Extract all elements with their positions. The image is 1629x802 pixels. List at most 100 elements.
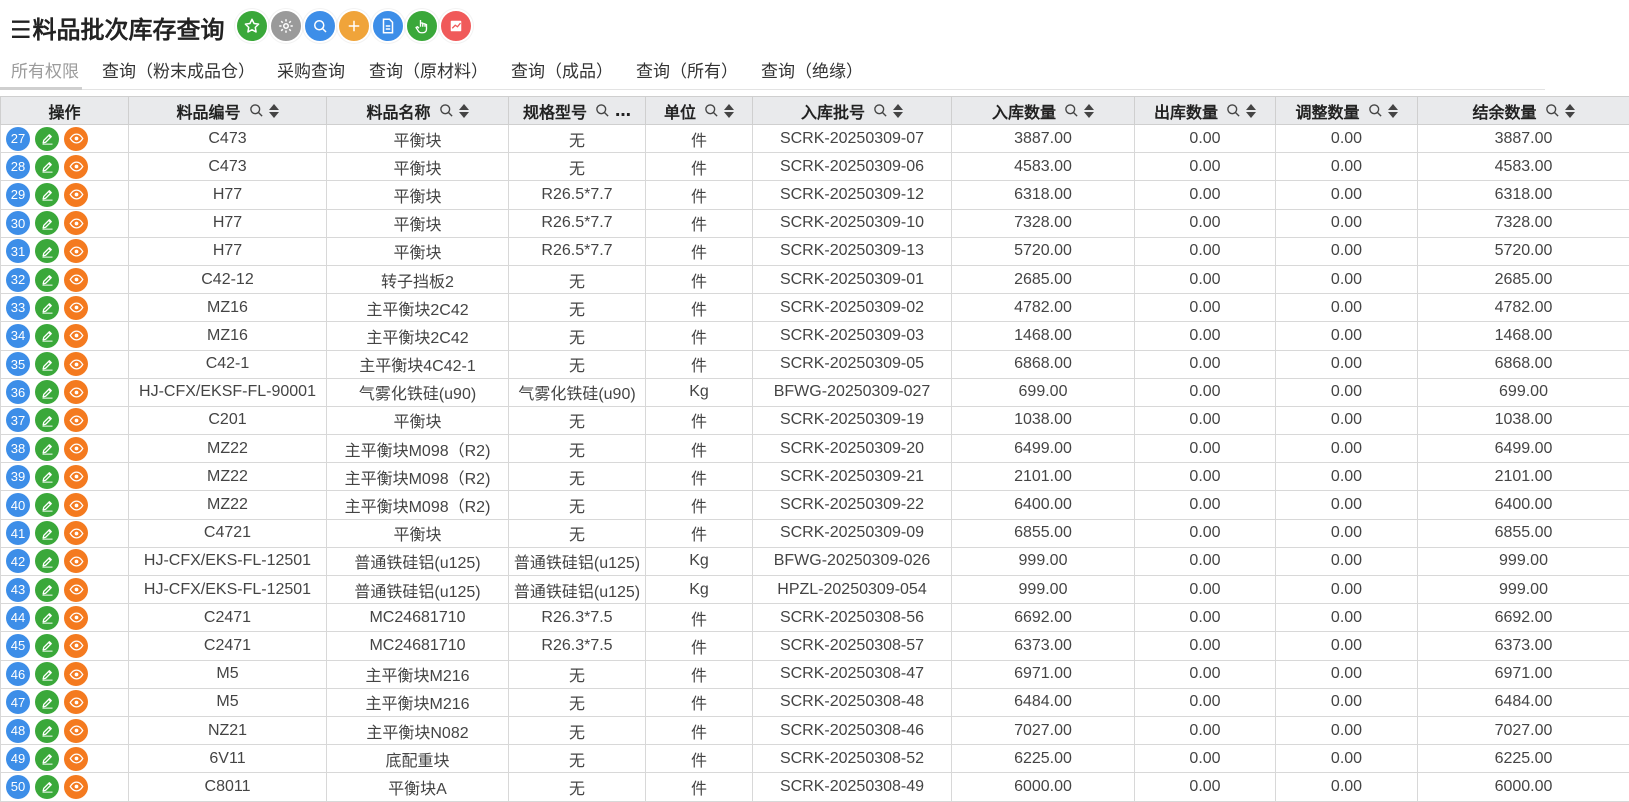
menu-icon[interactable]: ☰ bbox=[10, 16, 32, 44]
tab-powder-warehouse[interactable]: 查询（粉末成品仓） bbox=[102, 57, 255, 82]
view-button[interactable] bbox=[64, 521, 88, 546]
column-header-adj-qty[interactable]: 调整数量 bbox=[1275, 96, 1418, 125]
view-button[interactable] bbox=[64, 352, 88, 377]
search-button[interactable] bbox=[303, 9, 337, 43]
view-button[interactable] bbox=[64, 464, 88, 489]
edit-button[interactable] bbox=[35, 774, 59, 799]
edit-button[interactable] bbox=[35, 690, 59, 715]
table-row[interactable]: 27 C473 平衡块无件 SCRK-20250309-07 3887.00 0.00 0.… bbox=[0, 123, 1629, 154]
table-row[interactable]: 28 C473 平衡块无件 SCRK-20250309-06 4583.00 0.00 0.… bbox=[0, 152, 1629, 182]
column-search-icon[interactable] bbox=[595, 103, 610, 118]
view-button[interactable] bbox=[64, 436, 88, 461]
table-row[interactable]: 43 HJ-CFX/EKS-FL-12501 普通铁硅铝(u125) 普通铁硅铝(u1… bbox=[0, 574, 1629, 605]
view-button[interactable] bbox=[64, 267, 88, 292]
table-row[interactable]: 49 6V11 底配重块无件 SCRK-20250308-52 6225.00 0.00 0… bbox=[0, 744, 1629, 774]
view-button[interactable] bbox=[64, 690, 88, 715]
edit-button[interactable] bbox=[35, 493, 59, 518]
tab-all[interactable]: 查询（所有） bbox=[636, 57, 738, 82]
add-button[interactable] bbox=[337, 9, 371, 43]
table-row[interactable]: 31 H77 平衡块 R26.5*7.7 件 SCRK-20250309-13 5720.0… bbox=[0, 236, 1629, 266]
table-row[interactable]: 48 NZ21 主平衡块N082 无件 SCRK-20250308-46 7027.00 0… bbox=[0, 715, 1629, 746]
edit-button[interactable] bbox=[35, 295, 59, 320]
sort-icon[interactable] bbox=[724, 103, 734, 118]
view-button[interactable] bbox=[64, 493, 88, 518]
view-button[interactable] bbox=[64, 577, 88, 602]
table-row[interactable]: 41 C4721 平衡块无件 SCRK-20250309-09 6855.00 0.00 0… bbox=[0, 518, 1629, 548]
chart-button[interactable] bbox=[439, 9, 473, 43]
view-button[interactable] bbox=[64, 154, 88, 179]
table-row[interactable]: 44 C2471 MC24681710 R26.3*7.5 件 SCRK-20250308… bbox=[0, 603, 1629, 633]
table-row[interactable]: 33 MZ16 主平衡块2C42 无件 SCRK-20250309-02 4782.00 0… bbox=[0, 293, 1629, 323]
column-search-icon[interactable] bbox=[873, 103, 888, 118]
column-header-balance[interactable]: 结余数量 bbox=[1417, 96, 1629, 125]
view-button[interactable] bbox=[64, 718, 88, 743]
edit-button[interactable] bbox=[35, 182, 59, 207]
column-search-icon[interactable] bbox=[704, 103, 719, 118]
view-button[interactable] bbox=[64, 549, 88, 574]
edit-button[interactable] bbox=[35, 408, 59, 433]
table-row[interactable]: 46 M5 主平衡块M216 无件 SCRK-20250308-47 6971.00 0.0… bbox=[0, 659, 1629, 689]
view-button[interactable] bbox=[64, 774, 88, 799]
edit-button[interactable] bbox=[35, 464, 59, 489]
edit-button[interactable] bbox=[35, 549, 59, 574]
edit-button[interactable] bbox=[35, 126, 59, 151]
view-button[interactable] bbox=[64, 605, 88, 630]
column-header-unit[interactable]: 单位 bbox=[645, 96, 753, 125]
edit-button[interactable] bbox=[35, 211, 59, 236]
tab-raw-materials[interactable]: 查询（原材料） bbox=[369, 57, 488, 82]
column-search-icon[interactable] bbox=[249, 103, 264, 118]
view-button[interactable] bbox=[64, 746, 88, 771]
edit-button[interactable] bbox=[35, 323, 59, 348]
table-row[interactable]: 29 H77 平衡块 R26.5*7.7 件 SCRK-20250309-12 6318.0… bbox=[0, 180, 1629, 210]
column-search-icon[interactable] bbox=[439, 103, 454, 118]
tab-insulation[interactable]: 查询（绝缘） bbox=[761, 57, 863, 82]
favorite-button[interactable] bbox=[235, 9, 269, 43]
column-header-code[interactable]: 料品编号 bbox=[128, 96, 327, 125]
settings-button[interactable] bbox=[269, 9, 303, 43]
edit-button[interactable] bbox=[35, 605, 59, 630]
edit-button[interactable] bbox=[35, 718, 59, 743]
edit-button[interactable] bbox=[35, 521, 59, 546]
column-search-icon[interactable] bbox=[1226, 103, 1241, 118]
edit-button[interactable] bbox=[35, 746, 59, 771]
view-button[interactable] bbox=[64, 662, 88, 687]
edit-button[interactable] bbox=[35, 380, 59, 405]
view-button[interactable] bbox=[64, 323, 88, 348]
column-header-name[interactable]: 料品名称 bbox=[326, 96, 509, 125]
view-button[interactable] bbox=[64, 239, 88, 264]
sort-icon[interactable] bbox=[458, 103, 469, 118]
table-row[interactable]: 47 M5 主平衡块M216 无件 SCRK-20250308-48 6484.00 0.0… bbox=[0, 687, 1629, 717]
sort-icon[interactable] bbox=[268, 103, 279, 118]
column-search-icon[interactable] bbox=[1064, 103, 1079, 118]
table-row[interactable]: 35 C42-1 主平衡块4C42-1 无件 SCRK-20250309-05 6868.… bbox=[0, 349, 1629, 379]
sort-icon[interactable] bbox=[1387, 103, 1398, 118]
sort-icon[interactable] bbox=[1564, 103, 1575, 118]
table-row[interactable]: 30 H77 平衡块 R26.5*7.7 件 SCRK-20250309-10 7328.0… bbox=[0, 208, 1629, 238]
tab-finished-goods[interactable]: 查询（成品） bbox=[511, 57, 613, 82]
table-row[interactable]: 42 HJ-CFX/EKS-FL-12501 普通铁硅铝(u125) 普通铁硅铝(u1… bbox=[0, 546, 1629, 577]
edit-button[interactable] bbox=[35, 577, 59, 602]
column-header-spec[interactable]: 规格型号… bbox=[508, 96, 646, 125]
tab-all-permissions[interactable]: 所有权限 bbox=[11, 57, 79, 82]
table-row[interactable]: 36 HJ-CFX/EKSF-FL-90001 气雾化铁硅(u90) 气雾化铁硅(u9… bbox=[0, 377, 1629, 407]
edit-button[interactable] bbox=[35, 352, 59, 377]
sort-icon[interactable] bbox=[1246, 103, 1256, 118]
column-search-icon[interactable] bbox=[1545, 103, 1560, 118]
column-header-batch[interactable]: 入库批号 bbox=[752, 96, 952, 125]
column-header-in-qty[interactable]: 入库数量 bbox=[951, 96, 1135, 125]
table-row[interactable]: 37 C201 平衡块无件 SCRK-20250309-19 1038.00 0.00 0.… bbox=[0, 405, 1629, 436]
view-button[interactable] bbox=[64, 295, 88, 320]
view-button[interactable] bbox=[64, 408, 88, 433]
table-row[interactable]: 32 C42-12 转子挡板2 无件 SCRK-20250309-01 2685.00 0.… bbox=[0, 264, 1629, 295]
view-button[interactable] bbox=[64, 182, 88, 207]
tab-purchase-query[interactable]: 采购查询 bbox=[277, 57, 345, 82]
table-row[interactable]: 45 C2471 MC24681710 R26.3*7.5 件 SCRK-20250308… bbox=[0, 631, 1629, 661]
document-button[interactable] bbox=[371, 9, 405, 43]
edit-button[interactable] bbox=[35, 267, 59, 292]
edit-button[interactable] bbox=[35, 633, 59, 658]
table-row[interactable]: 39 MZ22 主平衡块M098（R2) 无件 SCRK-20250309-21 2101… bbox=[0, 462, 1629, 492]
view-button[interactable] bbox=[64, 633, 88, 658]
edit-button[interactable] bbox=[35, 239, 59, 264]
table-row[interactable]: 38 MZ22 主平衡块M098（R2) 无件 SCRK-20250309-20 6499… bbox=[0, 434, 1629, 464]
touch-button[interactable] bbox=[405, 9, 439, 43]
